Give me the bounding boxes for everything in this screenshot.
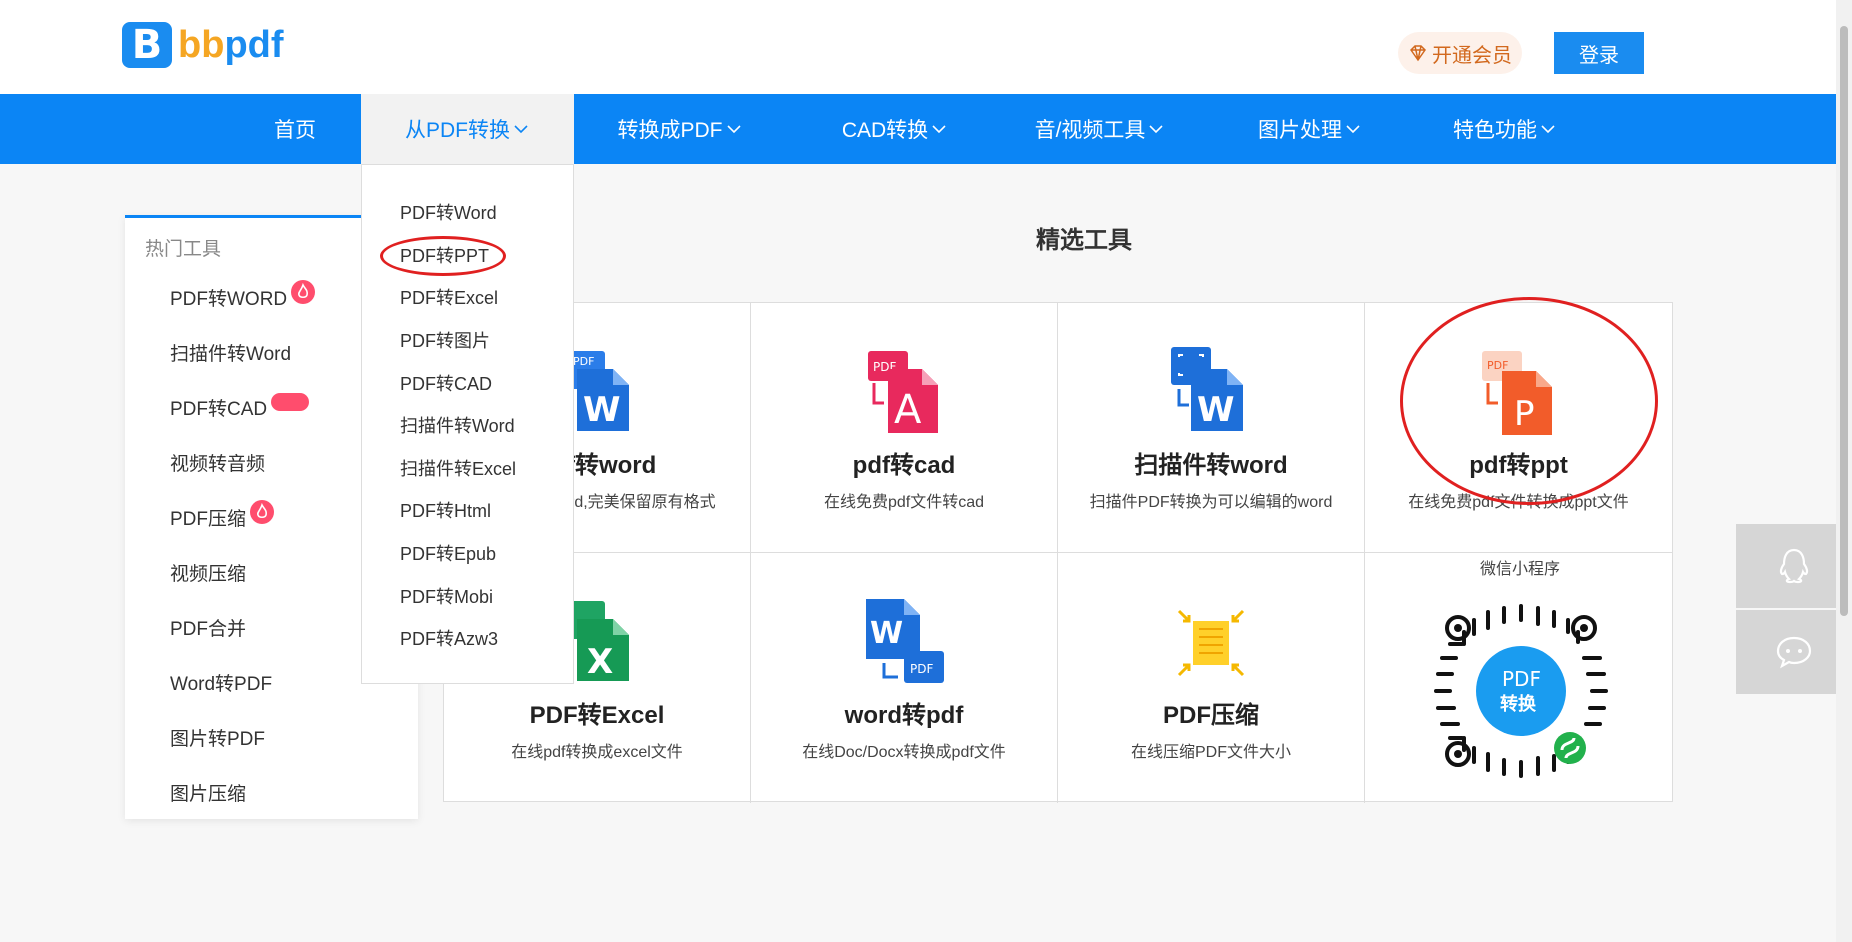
nav-to-pdf[interactable]: 转换成PDF xyxy=(610,94,750,164)
cad-doc-icon: PDF A xyxy=(868,351,938,433)
dropdown-item[interactable]: PDF转Excel xyxy=(362,276,573,319)
tool-card-pdf-cad[interactable]: PDF A pdf转cad 在线免费pdf文件转cad xyxy=(751,303,1058,553)
new-badge xyxy=(271,392,310,411)
qq-contact-button[interactable] xyxy=(1736,524,1852,608)
sidebar-item[interactable]: Word转PDF xyxy=(170,669,272,696)
nav-from-pdf[interactable]: 从PDF转换 xyxy=(361,94,574,164)
tool-title: pdf转cad xyxy=(852,452,956,479)
wechat-label: 微信小程序 xyxy=(1480,561,1561,578)
fire-icon xyxy=(291,279,316,304)
sidebar-item[interactable]: PDF转CAD xyxy=(170,392,310,421)
chevron-down-icon xyxy=(1346,125,1360,134)
vip-button[interactable]: 开通会员 xyxy=(1398,32,1522,74)
dropdown-item[interactable]: PDF转Html xyxy=(362,489,573,532)
tool-desc: 在线压缩PDF文件大小 xyxy=(1130,744,1291,761)
dropdown-item[interactable]: PDF转Azw3 xyxy=(362,617,573,660)
sidebar-item[interactable]: PDF压缩 xyxy=(170,499,275,531)
wechat-qr-code[interactable]: PDF 转换 xyxy=(1428,598,1614,784)
tool-desc: 在线Doc/Docx转换成pdf文件 xyxy=(802,744,1006,761)
svg-text:PDF: PDF xyxy=(910,662,933,676)
sidebar-item[interactable]: PDF转WORD xyxy=(170,279,316,311)
vip-label: 开通会员 xyxy=(1432,44,1512,67)
nav-cad[interactable]: CAD转换 xyxy=(820,94,970,164)
page-scrollbar[interactable] xyxy=(1836,0,1852,942)
main-navbar: 首页 从PDF转换 转换成PDF CAD转换 音/视频工具 图片处理 特色功能 xyxy=(0,94,1852,164)
qq-icon xyxy=(1779,548,1809,584)
svg-text:W: W xyxy=(1197,390,1235,430)
fire-icon xyxy=(250,499,275,524)
sidebar-item[interactable]: PDF合并 xyxy=(170,614,246,641)
tool-title: word转pdf xyxy=(844,702,964,729)
nav-image[interactable]: 图片处理 xyxy=(1245,94,1375,164)
site-logo[interactable]: B bbpdf xyxy=(122,22,284,68)
logo-text: bbpdf xyxy=(178,23,284,66)
tool-desc: 在线pdf转换成excel文件 xyxy=(511,744,683,761)
sidebar-item[interactable]: 视频压缩 xyxy=(170,559,246,586)
nav-audio-video[interactable]: 音/视频工具 xyxy=(1020,94,1180,164)
logo-icon: B xyxy=(122,22,172,68)
chevron-down-icon xyxy=(1149,125,1163,134)
dropdown-item[interactable]: PDF转CAD xyxy=(362,361,573,404)
top-header: B bbpdf 开通会员 登录 xyxy=(0,0,1852,94)
svg-text:PDF: PDF xyxy=(573,355,594,368)
highlight-circle xyxy=(380,235,506,276)
dropdown-item[interactable]: PDF转Word xyxy=(362,191,573,234)
tool-desc: 在线免费pdf文件转cad xyxy=(823,494,985,511)
chevron-down-icon xyxy=(932,125,946,134)
wechat-contact-button[interactable] xyxy=(1736,610,1852,694)
dropdown-item[interactable]: PDF转Mobi xyxy=(362,574,573,617)
sidebar-item[interactable]: 扫描件转Word xyxy=(170,339,291,366)
sidebar-item[interactable]: 视频转音频 xyxy=(170,449,265,476)
featured-tools-title: 精选工具 xyxy=(1036,227,1132,254)
dropdown-item[interactable]: PDF转Epub xyxy=(362,532,573,575)
svg-text:转换: 转换 xyxy=(1500,693,1537,715)
dropdown-item[interactable]: PDF转图片 xyxy=(362,319,573,362)
tool-card-pdf-compress[interactable]: PDF压缩 在线压缩PDF文件大小 xyxy=(1058,553,1365,803)
dropdown-item[interactable]: 扫描件转Word xyxy=(362,404,573,447)
svg-text:W: W xyxy=(583,390,621,430)
chevron-down-icon xyxy=(1541,125,1555,134)
chevron-down-icon xyxy=(726,125,741,134)
sidebar-item[interactable]: 图片转PDF xyxy=(170,724,265,751)
from-pdf-dropdown: PDF转Word PDF转PPT PDF转Excel PDF转图片 PDF转CA… xyxy=(361,164,574,684)
tool-card-scan-word[interactable]: W 扫描件转word 扫描件PDF转换为可以编辑的word xyxy=(1058,303,1365,553)
nav-features[interactable]: 特色功能 xyxy=(1440,94,1570,164)
hot-tools-title: 热门工具 xyxy=(145,239,222,260)
svg-text:PDF: PDF xyxy=(1502,667,1541,691)
login-button[interactable]: 登录 xyxy=(1554,32,1644,74)
tool-title: 扫描件转word xyxy=(1134,452,1288,479)
svg-text:A: A xyxy=(894,387,922,433)
tool-title: PDF转Excel xyxy=(529,702,665,729)
tool-desc: 扫描件PDF转换为可以编辑的word xyxy=(1089,494,1333,511)
dropdown-item[interactable]: 扫描件转Excel xyxy=(362,447,573,490)
compress-icon xyxy=(1177,609,1245,677)
diamond-icon xyxy=(1410,45,1426,62)
tool-card-word-pdf[interactable]: W PDF word转pdf 在线Doc/Docx转换成pdf文件 xyxy=(751,553,1058,803)
scrollbar-thumb[interactable] xyxy=(1840,26,1848,616)
svg-text:W: W xyxy=(870,616,903,651)
svg-text:X: X xyxy=(587,642,613,682)
chevron-down-icon xyxy=(514,125,528,134)
word-to-pdf-icon: W PDF xyxy=(866,599,944,683)
tool-title: PDF压缩 xyxy=(1163,702,1259,729)
dropdown-item-pdf-ppt[interactable]: PDF转PPT xyxy=(362,234,573,277)
sidebar-item[interactable]: 图片压缩 xyxy=(170,779,246,806)
highlight-circle xyxy=(1400,297,1658,505)
scan-word-icon: W xyxy=(1171,347,1243,431)
chat-icon xyxy=(1776,636,1812,669)
nav-home[interactable]: 首页 xyxy=(250,94,340,164)
